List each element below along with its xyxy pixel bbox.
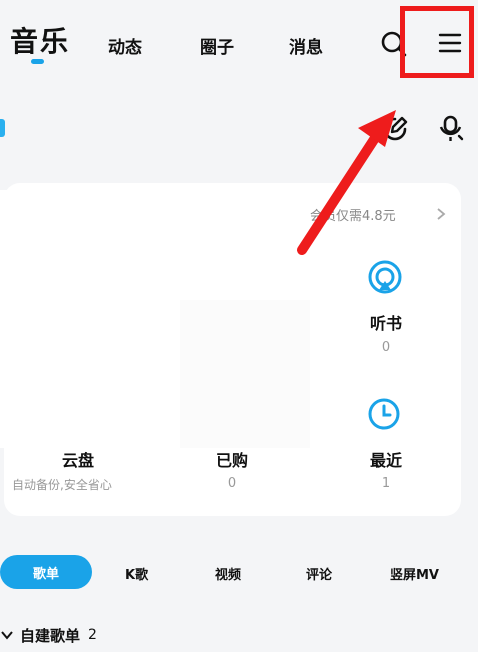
avatar-edge (0, 119, 5, 137)
subtab-videos[interactable]: 视频 (215, 564, 241, 583)
recent-count: 1 (381, 476, 391, 491)
tab-messages[interactable]: 消息 (289, 33, 323, 58)
created-playlists-label: 自建歌单 (20, 626, 81, 645)
chevron-right-icon[interactable] (436, 207, 446, 221)
vip-promo-text[interactable]: 会员仅需4.8元 (310, 205, 396, 224)
cloud-drive-label[interactable]: 云盘 (56, 447, 100, 471)
top-navigation: 音乐 动态 圈子 消息 (0, 0, 478, 80)
tab-music[interactable]: 音乐 (10, 20, 70, 60)
blank-region-shade (180, 300, 310, 448)
purchased-label[interactable]: 已购 (210, 447, 254, 471)
tab-circles[interactable]: 圈子 (200, 33, 234, 58)
audiobook-label[interactable]: 听书 (366, 310, 406, 334)
created-playlists-count: 2 (88, 627, 97, 643)
active-tab-indicator (31, 59, 44, 64)
subtab-vertical-mv[interactable]: 竖屏MV (390, 564, 439, 583)
created-playlists-header[interactable]: 自建歌单 2 (0, 624, 97, 646)
subtab-playlists[interactable]: 歌单 (0, 555, 92, 589)
audiobook-count: 0 (381, 340, 391, 355)
cloud-drive-subtitle: 自动备份,安全省心 (12, 478, 112, 492)
edit-profile-icon[interactable] (380, 114, 410, 144)
chevron-down-icon (1, 631, 13, 640)
microphone-icon[interactable] (436, 114, 466, 144)
recent-label[interactable]: 最近 (366, 447, 406, 471)
subtab-karaoke[interactable]: K歌 (125, 564, 148, 583)
subtab-playlists-label: 歌单 (32, 566, 59, 582)
annotation-highlight-box (400, 6, 474, 78)
clock-icon[interactable] (366, 396, 402, 432)
tab-feed[interactable]: 动态 (108, 33, 142, 58)
headphones-icon[interactable] (367, 259, 403, 295)
purchased-count: 0 (227, 476, 237, 491)
subtab-comments[interactable]: 评论 (306, 564, 332, 583)
